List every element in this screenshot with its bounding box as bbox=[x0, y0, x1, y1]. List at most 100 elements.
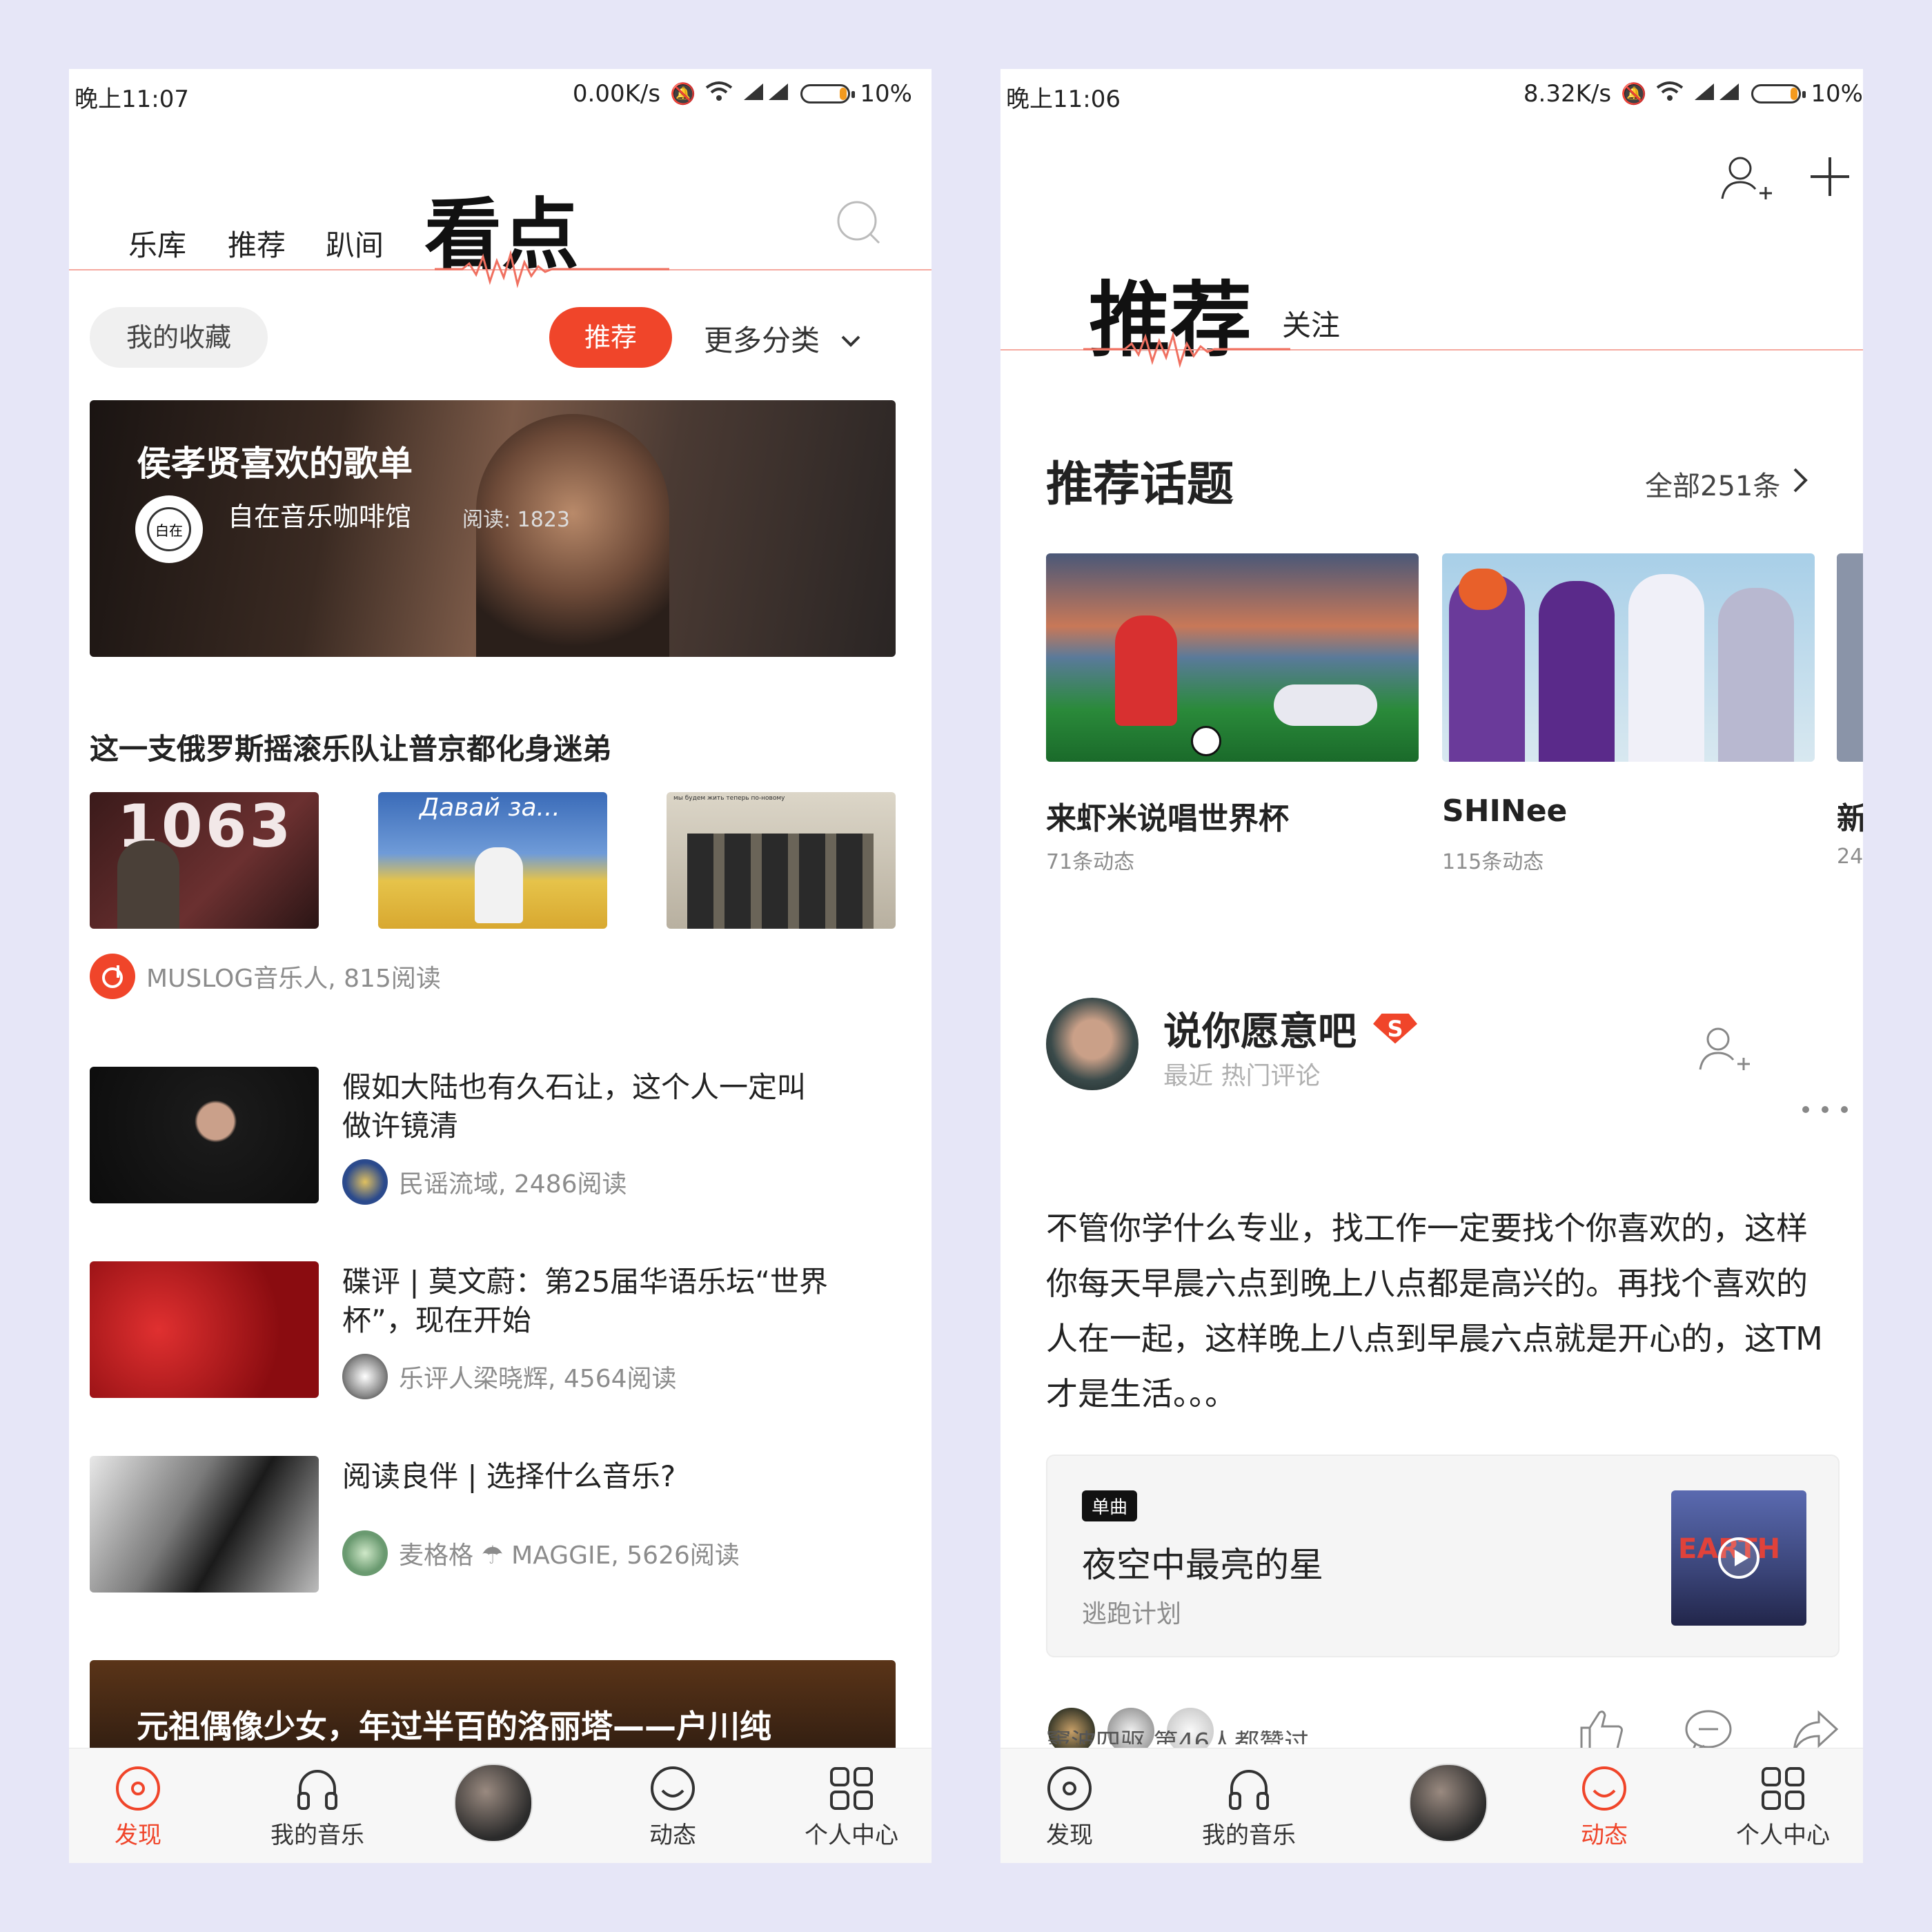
article-image-2-text: Давай за... bbox=[420, 793, 560, 822]
signal-icon bbox=[742, 80, 791, 108]
song-artist: 逃跑计划 bbox=[1082, 1600, 1182, 1628]
tab-my-music[interactable]: 我的音乐 bbox=[1180, 1761, 1318, 1850]
avatar bbox=[342, 1159, 388, 1205]
banner-logo-text: 白在 bbox=[147, 507, 191, 551]
article-image-3[interactable]: мы будем жить теперь по-новому bbox=[667, 792, 896, 929]
plus-icon[interactable] bbox=[1808, 155, 1852, 201]
image-figure bbox=[1459, 569, 1507, 610]
image-figure bbox=[1115, 615, 1177, 726]
add-friend-icon[interactable] bbox=[1718, 150, 1773, 208]
post-username[interactable]: 说你愿意吧 bbox=[1163, 1000, 1357, 1056]
network-speed: 0.00K/s bbox=[572, 80, 661, 108]
search-icon[interactable] bbox=[835, 199, 883, 250]
signal-icon bbox=[1693, 80, 1742, 108]
chevron-down-icon bbox=[840, 322, 861, 355]
wifi-icon bbox=[705, 80, 733, 108]
mute-icon: 🔕 bbox=[1621, 81, 1647, 106]
post-text: 不管你学什么专业，找工作一定要找个你喜欢的，这样你每天早晨六点到晚上八点都是高兴… bbox=[1046, 1210, 1823, 1412]
article-title: 假如大陆也有久石让，这个人一定叫做许镜清 bbox=[342, 1070, 807, 1143]
tab-profile-label: 个人中心 bbox=[805, 1822, 898, 1849]
tab-discover-label: 发现 bbox=[1046, 1822, 1093, 1849]
article-title-russian-band[interactable]: 这一支俄罗斯摇滚乐队让普京都化身迷弟 bbox=[90, 726, 611, 768]
tab-recommend[interactable]: 推荐 bbox=[228, 222, 286, 264]
article-thumb bbox=[90, 1456, 319, 1593]
tab-follow[interactable]: 关注 bbox=[1282, 302, 1340, 344]
banner-reads: 阅读: 1823 bbox=[462, 508, 570, 532]
image-figure bbox=[1628, 574, 1704, 762]
topic-name: 来虾米说唱世界杯 bbox=[1046, 801, 1289, 836]
my-favorites-button[interactable]: 我的收藏 bbox=[90, 307, 268, 368]
article-source: 民谣流域, 2486阅读 bbox=[399, 1170, 627, 1199]
banner-author[interactable]: 自在音乐咖啡馆 bbox=[228, 495, 411, 533]
tab-my-music[interactable]: 我的音乐 bbox=[248, 1761, 386, 1850]
article-source: MUSLOG音乐人, 815阅读 bbox=[146, 965, 441, 993]
muslog-logo-icon bbox=[90, 954, 135, 999]
topic-count: 71条动态 bbox=[1046, 850, 1135, 874]
tab-profile[interactable]: 个人中心 bbox=[1714, 1761, 1852, 1850]
more-options-icon[interactable] bbox=[1801, 1104, 1849, 1117]
now-playing-avatar[interactable] bbox=[1409, 1764, 1488, 1842]
topic-count: 115条动态 bbox=[1442, 850, 1544, 874]
grid-icon bbox=[1714, 1761, 1852, 1816]
more-categories-button[interactable]: 更多分类 bbox=[704, 317, 861, 359]
tab-library[interactable]: 乐库 bbox=[128, 222, 186, 264]
article-source-row: MUSLOG音乐人, 815阅读 bbox=[90, 954, 441, 999]
vip-badge-icon: S bbox=[1373, 1013, 1417, 1044]
tab-discover[interactable]: 发现 bbox=[69, 1761, 207, 1850]
all-topics-label: 全部251条 bbox=[1645, 471, 1781, 502]
image-figure bbox=[475, 847, 523, 923]
headphones-icon bbox=[248, 1761, 386, 1816]
smile-icon bbox=[1535, 1761, 1673, 1816]
now-playing-avatar[interactable] bbox=[454, 1764, 533, 1842]
article-image-3-text: мы будем жить теперь по-новому bbox=[673, 795, 785, 802]
topic-image bbox=[1442, 553, 1815, 762]
image-figure bbox=[117, 840, 179, 929]
image-figure bbox=[1718, 588, 1794, 762]
featured-playlist-banner[interactable]: 侯孝贤喜欢的歌单 白在 自在音乐咖啡馆 阅读: 1823 bbox=[90, 400, 896, 657]
tab-feed[interactable]: 动态 bbox=[1535, 1761, 1673, 1850]
tab-room[interactable]: 趴间 bbox=[326, 222, 384, 264]
tab-discover-label: 发现 bbox=[115, 1822, 161, 1849]
tab-my-music-label: 我的音乐 bbox=[1202, 1822, 1296, 1849]
article-image-1[interactable]: 1063 bbox=[90, 792, 319, 929]
smile-icon bbox=[604, 1761, 742, 1816]
banner-author-avatar[interactable]: 白在 bbox=[135, 495, 203, 563]
tab-feed-label: 动态 bbox=[1581, 1822, 1628, 1849]
recommend-filter-button[interactable]: 推荐 bbox=[549, 307, 672, 368]
article-image-2[interactable]: Давай за... bbox=[378, 792, 607, 929]
article-thumb bbox=[90, 1067, 319, 1203]
tab-discover[interactable]: 发现 bbox=[1000, 1761, 1138, 1850]
tab-profile[interactable]: 个人中心 bbox=[782, 1761, 920, 1850]
follow-user-icon[interactable] bbox=[1696, 1021, 1751, 1079]
post-user-row: 说你愿意吧 S bbox=[1163, 1000, 1417, 1056]
image-figure bbox=[1191, 726, 1221, 756]
song-card[interactable]: 单曲 夜空中最亮的星 逃跑计划 EARTH bbox=[1046, 1455, 1840, 1657]
status-time: 晚上11:06 bbox=[1006, 86, 1121, 113]
article-source-row: 民谣流域, 2486阅读 bbox=[342, 1159, 627, 1205]
topic-image bbox=[1046, 553, 1419, 762]
bottom-banner-title: 元祖偶像少女，年过半百的洛丽塔——户川纯 bbox=[137, 1708, 771, 1745]
more-categories-label: 更多分类 bbox=[704, 324, 820, 357]
article-source: 麦格格 ☂ MAGGIE, 5626阅读 bbox=[399, 1541, 740, 1570]
all-topics-link[interactable]: 全部251条 bbox=[1645, 464, 1808, 504]
headphones-icon bbox=[1180, 1761, 1318, 1816]
image-figure bbox=[1274, 684, 1377, 726]
tab-profile-label: 个人中心 bbox=[1736, 1822, 1830, 1849]
topic-image bbox=[1837, 553, 1863, 762]
next-post-peek: 窦波四驱 第46人都赞过 bbox=[1046, 1731, 1529, 1744]
battery-percent: 10% bbox=[860, 80, 912, 108]
banner-portrait bbox=[476, 414, 669, 657]
status-time: 晚上11:07 bbox=[75, 86, 189, 113]
post-user-avatar[interactable] bbox=[1046, 998, 1138, 1090]
battery-percent: 10% bbox=[1811, 80, 1863, 108]
post-meta: 最近 热门评论 bbox=[1163, 1062, 1321, 1090]
disc-icon bbox=[69, 1761, 207, 1816]
song-title: 夜空中最亮的星 bbox=[1082, 1545, 1323, 1585]
article-source-row: 乐评人梁晓辉, 4564阅读 bbox=[342, 1354, 677, 1399]
topics-heading: 推荐话题 bbox=[1046, 457, 1234, 512]
tab-feed[interactable]: 动态 bbox=[604, 1761, 742, 1850]
play-icon[interactable] bbox=[1717, 1536, 1761, 1583]
mute-icon: 🔕 bbox=[670, 81, 696, 106]
battery-icon bbox=[800, 84, 856, 103]
right-phone-screen: 晚上11:06 8.32K/s 🔕 10% 推荐 关注 推荐话题 全部251条 bbox=[1000, 69, 1863, 1863]
